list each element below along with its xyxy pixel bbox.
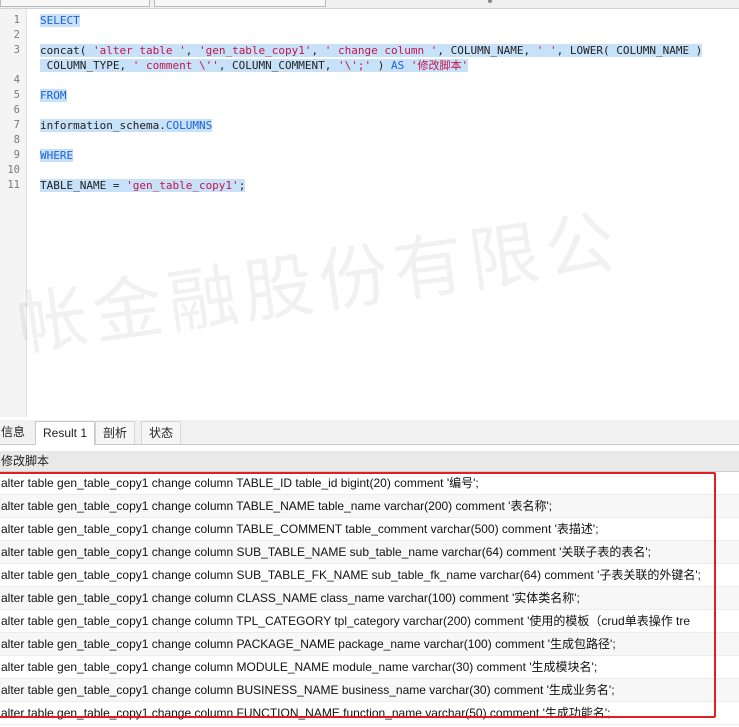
line-number: 7 [13, 119, 20, 131]
sql-string: ' ' [536, 44, 557, 57]
sql-keyword: WHERE [40, 149, 74, 162]
sql-keyword: AS [391, 59, 405, 72]
table-row[interactable]: alter table gen_table_copy1 change colum… [0, 679, 739, 702]
table-row[interactable]: alter table gen_table_copy1 change colum… [0, 610, 739, 633]
tab-result-1[interactable]: Result 1 [35, 421, 96, 445]
sql-string: ' change column ' [324, 44, 438, 57]
sql-token: , LOWER( COLUMN_NAME ) [556, 44, 703, 57]
sql-token: , COLUMN_COMMENT, [218, 59, 339, 72]
code-line[interactable]: 6 [0, 103, 739, 118]
table-row[interactable]: alter table gen_table_copy1 change colum… [0, 656, 739, 679]
sql-string: '修改脚本' [410, 59, 469, 72]
code-line[interactable]: 9 WHERE [0, 148, 739, 163]
table-row[interactable]: alter table gen_table_copy1 change colum… [0, 541, 739, 564]
sql-token: COLUMN_TYPE, [40, 59, 133, 72]
line-number: 1 [13, 14, 20, 26]
table-row[interactable]: alter table gen_table_copy1 change colum… [0, 587, 739, 610]
tab-status[interactable]: 状态 [141, 421, 182, 444]
sql-string: ' comment \'' [132, 59, 219, 72]
code-text[interactable]: COLUMN_TYPE, ' comment \'', COLUMN_COMME… [40, 58, 469, 73]
sql-token: ; [238, 179, 246, 192]
code-line[interactable]: 10 [0, 163, 739, 178]
sql-keyword: COLUMNS [165, 119, 213, 132]
line-number: 6 [13, 104, 20, 116]
line-number: 11 [7, 179, 20, 191]
code-text[interactable]: SELECT [40, 13, 80, 28]
sql-token: TABLE_NAME = [40, 179, 127, 192]
line-number: 10 [7, 164, 20, 176]
column-header[interactable]: 修改脚本 [0, 451, 739, 472]
query-tab[interactable] [0, 0, 150, 7]
drag-handle-icon[interactable] [488, 0, 492, 3]
code-line[interactable]: 8 [0, 133, 739, 148]
code-line[interactable]: 5 FROM [0, 88, 739, 103]
code-text[interactable]: information_schema.COLUMNS [40, 118, 213, 133]
sql-string: 'alter table ' [92, 44, 186, 57]
sql-string: '\';' [338, 59, 372, 72]
sql-token [404, 59, 411, 72]
table-row[interactable]: alter table gen_table_copy1 change colum… [0, 472, 739, 495]
code-line[interactable]: 11 TABLE_NAME = 'gen_table_copy1'; [0, 178, 739, 193]
sql-token: , COLUMN_NAME, [437, 44, 537, 57]
code-text[interactable]: WHERE [40, 148, 74, 163]
table-row[interactable]: alter table gen_table_copy1 change colum… [0, 702, 739, 725]
code-line[interactable]: 3 concat( 'alter table ', 'gen_table_copy… [0, 43, 739, 58]
sql-token: , [311, 44, 325, 57]
code-text[interactable]: concat( 'alter table ', 'gen_table_copy1… [40, 43, 703, 58]
table-row[interactable]: alter table gen_table_copy1 change colum… [0, 564, 739, 587]
sql-string: 'gen_table_copy1' [198, 44, 312, 57]
line-number: 2 [13, 29, 20, 41]
sql-token: concat( [40, 44, 93, 57]
tab-profile[interactable]: 剖析 [95, 421, 136, 444]
code-line[interactable]: 2 [0, 28, 739, 43]
line-number: 9 [13, 149, 20, 161]
sql-token: , [185, 44, 199, 57]
sql-string: 'gen_table_copy1' [126, 179, 239, 192]
code-line[interactable]: 4 [0, 73, 739, 88]
code-text[interactable]: TABLE_NAME = 'gen_table_copy1'; [40, 178, 246, 193]
line-number: 3 [13, 44, 20, 56]
sql-token: ) [371, 59, 392, 72]
sql-editor[interactable]: 1 SELECT 2 3 concat( 'alter table ', 'gen_ta… [0, 9, 739, 417]
code-line[interactable]: 1 SELECT [0, 13, 739, 28]
table-row[interactable]: alter table gen_table_copy1 change colum… [0, 495, 739, 518]
sql-token: information_schema. [40, 119, 166, 132]
sql-keyword: FROM [40, 89, 67, 102]
line-number: 4 [13, 74, 20, 86]
table-row[interactable]: alter table gen_table_copy1 change colum… [0, 633, 739, 656]
result-grid: 修改脚本 alter table gen_table_copy1 change … [0, 451, 739, 725]
code-text[interactable]: FROM [40, 88, 67, 103]
line-number: 5 [13, 89, 20, 101]
query-tab[interactable] [154, 0, 326, 7]
table-row[interactable]: alter table gen_table_copy1 change colum… [0, 518, 739, 541]
line-number: 8 [13, 134, 20, 146]
result-tabs: 信息 Result 1 剖析 状态 [0, 420, 739, 445]
code-line[interactable]: 7 information_schema.COLUMNS [0, 118, 739, 133]
sql-keyword: SELECT [40, 14, 80, 27]
tab-info[interactable]: 信息 [0, 421, 32, 443]
code-line[interactable]: COLUMN_TYPE, ' comment \'', COLUMN_COMME… [0, 58, 739, 73]
top-tab-strip [0, 0, 739, 9]
